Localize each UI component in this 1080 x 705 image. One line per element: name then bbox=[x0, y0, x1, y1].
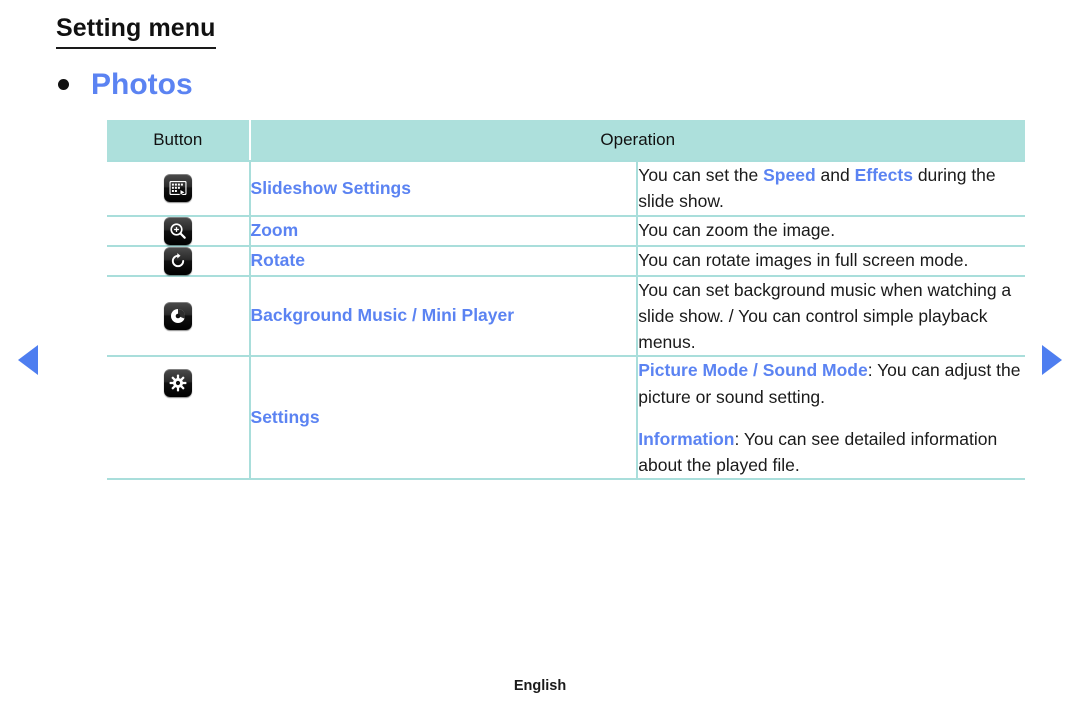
operation-paragraph: You can set the Speed and Effects during… bbox=[638, 162, 1025, 215]
operation-text-segment: and bbox=[815, 165, 855, 185]
column-header-button: Button bbox=[107, 120, 251, 162]
row-operation: You can set the Speed and Effects during… bbox=[637, 161, 1025, 217]
operation-table: Button Operation Slideshow Settings You … bbox=[107, 120, 1025, 481]
row-label: Zoom bbox=[249, 215, 639, 247]
background-music-icon[interactable] bbox=[163, 301, 192, 330]
slideshow-settings-icon[interactable] bbox=[163, 174, 192, 203]
footer-language-label: English bbox=[513, 678, 567, 694]
table-row: Settings Picture Mode / Sound Mode: You … bbox=[107, 356, 1025, 481]
table-header-row: Button Operation bbox=[107, 120, 1025, 162]
bullet-dot-icon bbox=[58, 79, 69, 90]
section-title: Photos bbox=[91, 68, 193, 101]
row-operation: Picture Mode / Sound Mode: You can adjus… bbox=[637, 356, 1025, 481]
row-label: Settings bbox=[249, 356, 639, 481]
row-operation: You can set background music when watchi… bbox=[637, 275, 1025, 358]
row-label: Background Music / Mini Player bbox=[249, 275, 639, 358]
operation-text-segment: You can set the bbox=[638, 165, 764, 185]
settings-gear-icon[interactable] bbox=[163, 369, 192, 398]
operation-paragraph: You can zoom the image. bbox=[638, 220, 836, 241]
operation-paragraph: Information: You can see detailed inform… bbox=[638, 426, 1025, 479]
operation-keyword: Information bbox=[638, 428, 735, 449]
table-row: Zoom You can zoom the image. bbox=[107, 215, 1025, 247]
table-row: Background Music / Mini Player You can s… bbox=[107, 275, 1025, 358]
next-page-arrow-icon[interactable] bbox=[1042, 345, 1062, 375]
table-header: Button Operation bbox=[107, 120, 1025, 162]
table-row: Slideshow Settings You can set the Speed… bbox=[107, 161, 1025, 217]
row-icon-cell bbox=[107, 356, 251, 481]
zoom-icon[interactable] bbox=[163, 216, 192, 245]
operation-keyword: Picture Mode / Sound Mode bbox=[638, 360, 868, 381]
operation-keyword: Effects bbox=[854, 165, 913, 185]
table-body: Slideshow Settings You can set the Speed… bbox=[107, 161, 1025, 481]
operation-keyword: Speed bbox=[763, 165, 816, 185]
table-row: Rotate You can rotate images in full scr… bbox=[107, 245, 1025, 277]
row-icon-cell bbox=[107, 275, 251, 358]
section-heading: Photos bbox=[58, 68, 193, 101]
row-label: Slideshow Settings bbox=[249, 161, 639, 217]
row-icon-cell bbox=[107, 245, 251, 277]
row-label: Rotate bbox=[249, 245, 639, 277]
column-header-operation: Operation bbox=[249, 120, 1025, 162]
operation-paragraph: You can rotate images in full screen mod… bbox=[638, 250, 969, 271]
row-icon-cell bbox=[107, 215, 251, 247]
row-operation: You can rotate images in full screen mod… bbox=[637, 245, 1025, 277]
rotate-icon[interactable] bbox=[163, 246, 192, 275]
row-icon-cell bbox=[107, 161, 251, 217]
page-title: Setting menu bbox=[56, 14, 216, 49]
operation-paragraph: Picture Mode / Sound Mode: You can adjus… bbox=[638, 357, 1025, 410]
previous-page-arrow-icon[interactable] bbox=[18, 345, 38, 375]
row-operation: You can zoom the image. bbox=[637, 215, 1025, 247]
operation-paragraph: You can set background music when watchi… bbox=[638, 279, 1012, 353]
